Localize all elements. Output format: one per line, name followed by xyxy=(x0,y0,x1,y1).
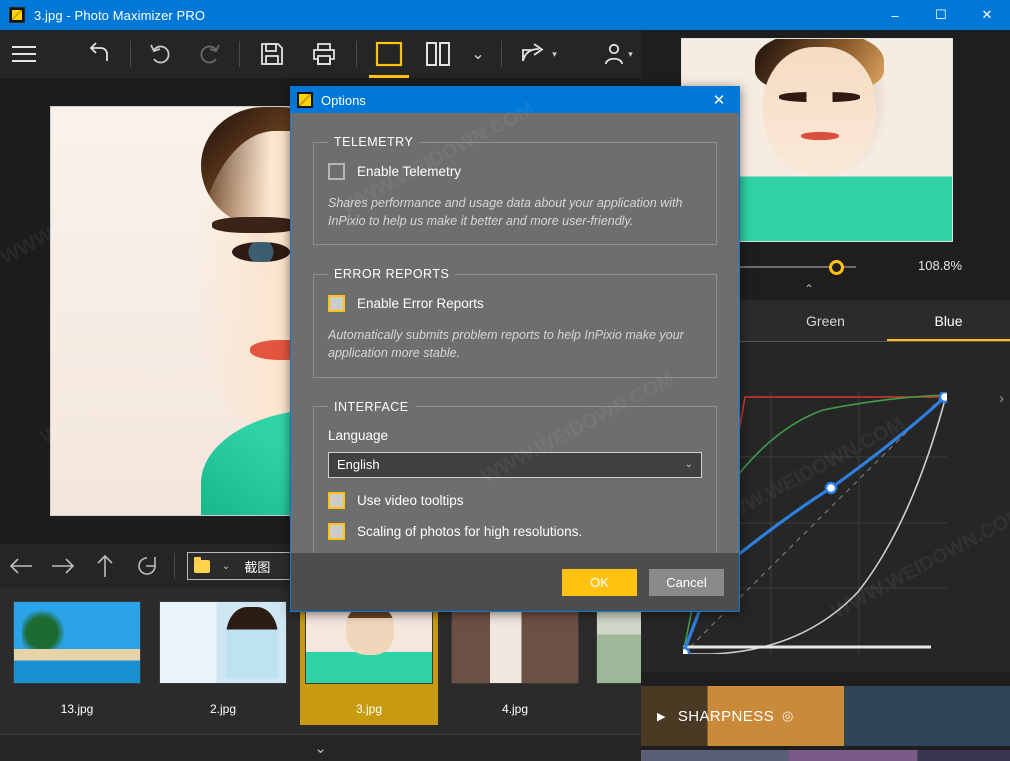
scaling-row[interactable]: Scaling of photos for high resolutions. xyxy=(328,522,702,540)
zoom-level-label: 108.8% xyxy=(918,258,963,273)
accordion-label: SHARPNESS xyxy=(677,707,775,725)
language-value: English xyxy=(337,457,380,472)
save-icon[interactable] xyxy=(246,30,298,78)
cancel-button[interactable]: Cancel xyxy=(649,568,724,596)
close-button[interactable]: ✕ xyxy=(964,0,1010,30)
print-icon[interactable] xyxy=(298,30,350,78)
thumbnail-item[interactable]: 2.jpg xyxy=(154,597,292,725)
preview-face xyxy=(763,47,877,177)
thumbnail-scroll-bar[interactable]: ⌄ xyxy=(0,734,641,761)
window-titlebar: 3.jpg - Photo Maximizer PRO – ☐ ✕ xyxy=(0,0,1010,30)
tab-blue[interactable]: Blue xyxy=(887,300,1010,342)
telemetry-group: TELEMETRY Enable Telemetry Shares perfor… xyxy=(313,135,717,246)
error-reports-description: Automatically submits problem reports to… xyxy=(328,328,684,361)
preview-lips xyxy=(800,131,839,140)
expand-arrow-icon[interactable]: ▶ xyxy=(657,710,666,723)
interface-legend: INTERFACE xyxy=(334,399,409,414)
telemetry-description: Shares performance and usage data about … xyxy=(328,196,683,229)
account-caret-icon[interactable]: ▾ xyxy=(628,49,633,60)
thumbnail-label: 2.jpg xyxy=(209,702,237,716)
scaling-label: Scaling of photos for high resolutions. xyxy=(357,523,583,539)
nav-up-button[interactable] xyxy=(84,544,126,588)
view-options-chevron-down-icon[interactable]: ⌄ xyxy=(461,30,495,78)
thumbnail-label: 13.jpg xyxy=(60,702,94,716)
nav-forward-button[interactable] xyxy=(42,544,84,588)
split-view-icon[interactable] xyxy=(415,30,461,78)
panel-expand-chevron-right-icon[interactable]: › xyxy=(999,390,1004,407)
dialog-body: TELEMETRY Enable Telemetry Shares perfor… xyxy=(291,113,739,555)
thumbnail-image xyxy=(159,601,287,684)
thumbnail-label: 3.jpg xyxy=(355,702,383,716)
enable-error-reports-checkbox[interactable] xyxy=(328,295,345,313)
video-tooltips-checkbox[interactable] xyxy=(328,491,345,509)
enable-telemetry-checkbox[interactable] xyxy=(328,163,345,180)
redo-icon[interactable] xyxy=(185,30,233,78)
photo-brow xyxy=(212,217,299,234)
preview-collapse-chevron-up-icon[interactable]: ⌃ xyxy=(804,282,814,296)
chevron-down-icon[interactable]: ⌄ xyxy=(685,459,693,470)
photo-eye xyxy=(232,241,291,263)
share-caret-icon[interactable]: ▾ xyxy=(552,49,557,60)
dialog-title: Options xyxy=(321,92,366,108)
thumbnail-image xyxy=(596,601,641,684)
application-window: 3.jpg - Photo Maximizer PRO – ☐ ✕ ⌄ ▾ ▾ … xyxy=(0,0,1010,761)
accordion-sharpness[interactable]: ▶ SHARPNESS ◎ xyxy=(641,686,1010,746)
dialog-footer: OK Cancel xyxy=(291,553,739,611)
thumbnail-item[interactable]: 4.jpg xyxy=(446,597,584,725)
path-chevron-down-icon[interactable]: ⌄ xyxy=(222,561,230,572)
thumbnail-image xyxy=(13,601,141,684)
interface-group: INTERFACE Language English ⌄ Use video t… xyxy=(313,399,717,555)
enable-error-reports-label: Enable Error Reports xyxy=(357,296,484,312)
thumbnail-item[interactable] xyxy=(592,597,641,725)
error-reports-group: ERROR REPORTS Enable Error Reports Autom… xyxy=(313,267,717,378)
nav-back-button[interactable] xyxy=(0,544,42,588)
thumbnail-image xyxy=(305,601,433,684)
language-label: Language xyxy=(328,427,389,443)
window-controls: – ☐ ✕ xyxy=(872,0,1010,30)
revert-icon[interactable] xyxy=(76,30,124,78)
thumbnail-label: 4.jpg xyxy=(501,702,529,716)
dialog-titlebar: Options ✕ xyxy=(291,87,739,113)
video-tooltips-label: Use video tooltips xyxy=(357,492,464,508)
dialog-app-icon xyxy=(297,92,313,108)
enable-telemetry-label: Enable Telemetry xyxy=(357,164,462,179)
enable-error-reports-row[interactable]: Enable Error Reports xyxy=(328,295,702,313)
thumbnail-image xyxy=(451,601,579,684)
thumbnail-item-selected[interactable]: 3.jpg xyxy=(300,597,438,725)
app-icon xyxy=(9,7,25,23)
window-title: 3.jpg - Photo Maximizer PRO xyxy=(34,7,206,23)
language-select[interactable]: English ⌄ xyxy=(328,451,702,478)
maximize-button[interactable]: ☐ xyxy=(918,0,964,30)
tab-green[interactable]: Green xyxy=(764,300,887,342)
preview-eyes xyxy=(779,91,861,102)
scroll-down-chevron-icon[interactable]: ⌄ xyxy=(314,739,327,757)
preview-eye-icon[interactable]: ◎ xyxy=(782,708,794,724)
error-reports-legend: ERROR REPORTS xyxy=(334,267,450,282)
thumbnail-item[interactable]: 13.jpg xyxy=(8,597,146,725)
video-tooltips-row[interactable]: Use video tooltips xyxy=(328,491,702,509)
scaling-checkbox[interactable] xyxy=(328,522,345,540)
options-dialog: Options ✕ TELEMETRY Enable Telemetry Sha… xyxy=(290,86,740,612)
panel-divider xyxy=(641,672,1010,686)
zoom-slider-knob[interactable] xyxy=(829,260,844,275)
share-icon[interactable]: ▾ xyxy=(508,30,568,78)
telemetry-legend: TELEMETRY xyxy=(334,135,414,149)
single-view-icon[interactable] xyxy=(363,30,415,78)
enable-telemetry-row[interactable]: Enable Telemetry xyxy=(328,163,702,180)
accordion-noise-reduction[interactable]: ▶ NOISE REDUCTION ◎ xyxy=(641,750,1010,761)
hamburger-menu-icon[interactable] xyxy=(0,30,48,78)
nav-refresh-button[interactable] xyxy=(126,544,168,588)
folder-icon xyxy=(194,556,210,573)
dialog-close-button[interactable]: ✕ xyxy=(699,87,739,113)
minimize-button[interactable]: – xyxy=(872,0,918,30)
ok-button[interactable]: OK xyxy=(562,568,637,596)
undo-icon[interactable] xyxy=(137,30,185,78)
path-text: 截图 xyxy=(244,559,271,575)
